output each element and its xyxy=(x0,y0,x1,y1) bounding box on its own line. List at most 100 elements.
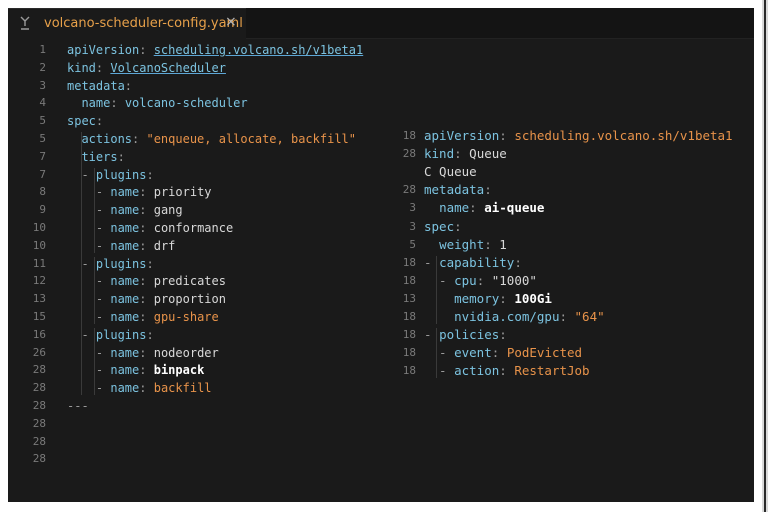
code-line[interactable]: 5 actions: "enqueue, allocate, backfill" xyxy=(8,130,388,148)
code-line[interactable]: 28 xyxy=(8,433,388,451)
line-number: 28 xyxy=(32,381,46,395)
line-number: 8 xyxy=(39,185,46,199)
code-line[interactable]: 18 apiVersion: scheduling.volcano.sh/v1be… xyxy=(388,127,748,145)
yaml-value: Queue xyxy=(469,146,507,162)
code-text: - plugins: xyxy=(81,327,154,342)
line-number: 10 xyxy=(32,238,46,252)
code-line[interactable]: 26 - name: nodeorder xyxy=(8,344,388,362)
code-line[interactable]: 13 memory: 100Gi xyxy=(388,290,748,308)
yaml-key: name xyxy=(110,310,140,324)
left-code-pane[interactable]: 1 apiVersion: scheduling.volcano.sh/v1bet… xyxy=(8,41,388,481)
yaml-key: plugins xyxy=(95,327,147,342)
yaml-key: name xyxy=(110,274,140,289)
code-line[interactable]: 7 tiers: xyxy=(8,148,388,166)
code-line[interactable]: 3 name: ai-queue xyxy=(388,199,748,217)
code-line[interactable]: 18 - action: RestartJob xyxy=(388,362,748,380)
code-text: spec: xyxy=(424,218,462,234)
code-line[interactable]: 11 - plugins: xyxy=(8,255,388,273)
yaml-key: kind xyxy=(424,146,455,162)
code-line[interactable]: 18 - event: PodEvicted xyxy=(388,344,748,362)
line-number: 5 xyxy=(39,114,46,128)
line-number: 10 xyxy=(32,221,46,234)
line-number: 28 xyxy=(402,147,416,161)
code-line[interactable]: 28 metadata: xyxy=(388,181,748,199)
line-number: 18 xyxy=(402,129,416,142)
code-line[interactable]: 28 kind: Queue xyxy=(388,145,748,163)
code-line[interactable]: 28 - name: binpack xyxy=(8,361,388,379)
yaml-value: gpu-share xyxy=(153,310,219,324)
yaml-value: VolcanoScheduler xyxy=(110,60,226,75)
code-text: - plugins: xyxy=(81,256,154,271)
code-line[interactable]: 8 - name: priority xyxy=(8,183,388,201)
code-line[interactable]: 28 --- xyxy=(8,397,388,415)
code-line[interactable]: 15 - name: gpu-share xyxy=(8,308,388,326)
code-line[interactable]: 5 weight: 1 xyxy=(388,236,748,254)
yaml-value: "1000" xyxy=(491,272,537,288)
code-line[interactable]: 18 - capability: xyxy=(388,254,748,272)
yaml-value: backfill xyxy=(153,381,212,396)
code-text: memory: 100Gi xyxy=(454,290,552,306)
yaml-key: spec xyxy=(67,114,96,129)
code-line[interactable]: 2 kind: VolcanoScheduler xyxy=(8,59,388,77)
code-line[interactable]: 9 - name: gang xyxy=(8,201,388,219)
code-text: - name: proportion xyxy=(67,292,226,307)
yaml-key: actions xyxy=(81,132,133,146)
code-text: - name: predicates xyxy=(67,274,226,289)
yaml-value: proportion xyxy=(153,292,226,307)
yaml-key: kind xyxy=(67,60,96,75)
code-line[interactable]: 13 - name: proportion xyxy=(8,290,388,308)
yaml-key: name xyxy=(110,221,140,235)
line-number: 28 xyxy=(32,399,46,412)
line-number: 13 xyxy=(402,291,416,305)
line-number: 18 xyxy=(402,328,416,342)
right-code-pane[interactable]: 18 apiVersion: scheduling.volcano.sh/v1be… xyxy=(388,127,748,387)
yaml-value: predicates xyxy=(153,274,226,289)
yaml-key: cpu xyxy=(454,272,477,288)
tab-volcano-scheduler-config[interactable]: volcano-scheduler-config.yaml × xyxy=(8,8,246,39)
code-line[interactable]: 18 nvidia.com/gpu: "64" xyxy=(388,308,748,326)
line-number: 5 xyxy=(39,132,46,145)
code-text: nvidia.com/gpu: "64" xyxy=(454,309,605,324)
line-number: 12 xyxy=(32,274,46,288)
yaml-key: name xyxy=(110,185,140,200)
code-line[interactable]: 1 apiVersion: scheduling.volcano.sh/v1bet… xyxy=(8,41,388,59)
yaml-value: RestartJob xyxy=(514,363,590,379)
yaml-key: action xyxy=(454,363,500,379)
code-line[interactable]: 12 - name: predicates xyxy=(8,272,388,290)
line-number: 13 xyxy=(32,292,46,306)
code-text: kind: Queue xyxy=(424,146,507,162)
yaml-key: memory xyxy=(454,290,500,306)
code-text: - action: RestartJob xyxy=(424,363,590,379)
code-line[interactable]: 3 spec: xyxy=(388,218,748,236)
code-line[interactable]: 18- policies: xyxy=(388,326,748,344)
line-number: 4 xyxy=(39,96,46,110)
code-line[interactable]: 10 - name: conformance xyxy=(8,219,388,237)
code-line[interactable]: 28 - name: backfill xyxy=(8,379,388,397)
yaml-key: plugins xyxy=(95,256,147,271)
code-line[interactable]: 3 metadata: xyxy=(8,77,388,95)
line-number: 3 xyxy=(409,219,416,233)
yaml-key: metadata xyxy=(424,182,485,198)
code-line[interactable]: 18 - cpu: "1000" xyxy=(388,272,748,290)
code-line[interactable]: 28 xyxy=(8,415,388,433)
yaml-value: volcano-scheduler xyxy=(124,96,248,111)
code-line[interactable]: 7 - plugins: xyxy=(8,166,388,184)
code-line[interactable]: C Queue xyxy=(388,163,748,181)
code-line[interactable]: 16 - plugins: xyxy=(8,326,388,344)
code-line[interactable]: 10 - name: drf xyxy=(8,237,388,255)
code-text: tiers: xyxy=(81,149,125,164)
scrollbar-strip xyxy=(762,0,768,512)
code-line[interactable]: 28 xyxy=(8,450,388,468)
yaml-value: binpack xyxy=(153,363,205,378)
line-number: 18 xyxy=(402,255,416,269)
split-editor-icon[interactable] xyxy=(18,15,32,31)
indent-guide xyxy=(81,132,82,395)
yaml-key: name xyxy=(110,363,140,378)
close-tab-button[interactable]: × xyxy=(225,14,237,30)
yaml-key: event xyxy=(454,345,492,361)
line-number: 28 xyxy=(32,434,46,448)
code-line[interactable]: 4 name: volcano-scheduler xyxy=(8,94,388,112)
line-number: 11 xyxy=(32,256,46,270)
code-text: - name: drf xyxy=(67,238,176,253)
code-line[interactable]: 5 spec: xyxy=(8,112,388,130)
